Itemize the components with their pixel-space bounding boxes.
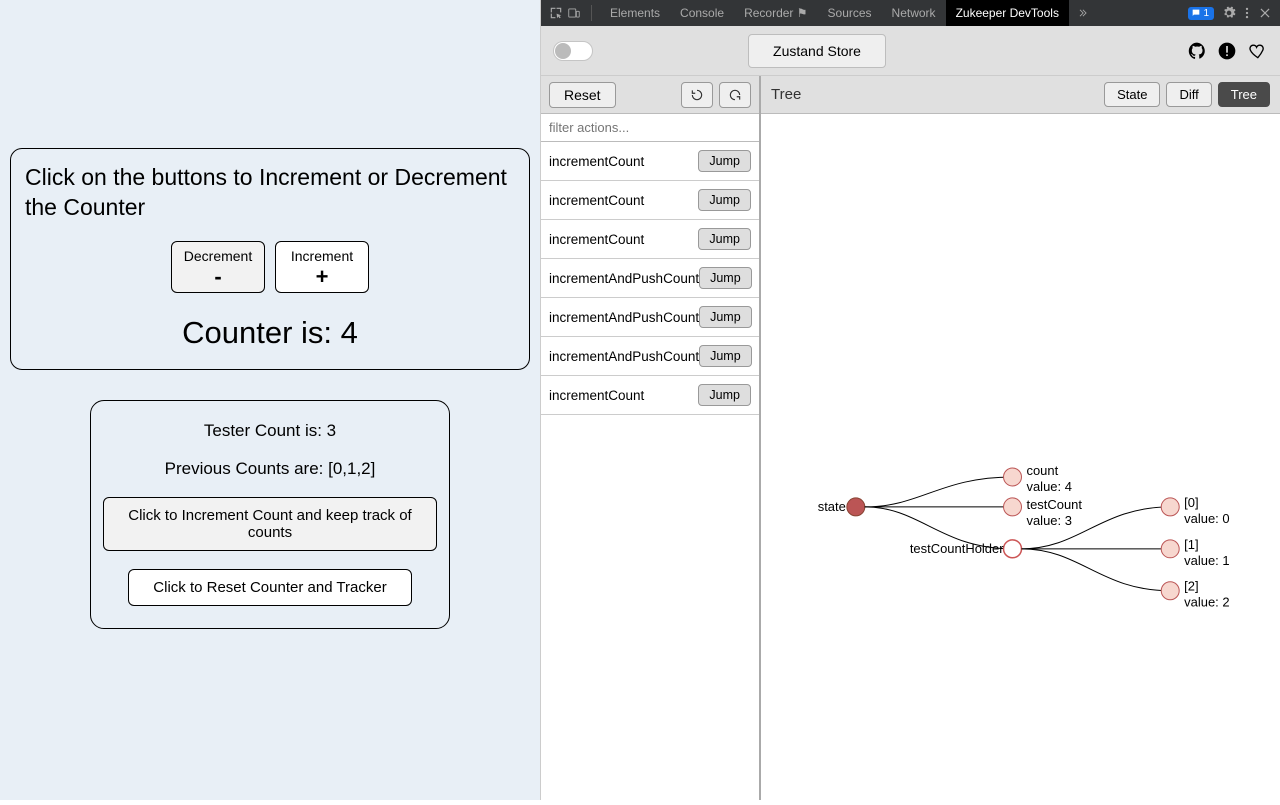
action-name: incrementAndPushCount: [549, 271, 699, 286]
step-back-button[interactable]: [681, 82, 713, 108]
alert-icon[interactable]: [1216, 40, 1238, 62]
svg-text:value: 0: value: 0: [1184, 511, 1229, 526]
decrement-label: Decrement: [184, 248, 252, 264]
devtools-tab[interactable]: Sources: [818, 0, 882, 26]
app-pane: Click on the buttons to Increment or Dec…: [0, 0, 540, 800]
devtools-tab[interactable]: Console: [670, 0, 734, 26]
jump-button[interactable]: Jump: [698, 189, 751, 211]
device-icon[interactable]: [565, 4, 583, 22]
devtools-tab[interactable]: Network: [882, 0, 946, 26]
svg-text:count: count: [1026, 463, 1058, 478]
filter-actions-input[interactable]: [541, 114, 759, 142]
action-row[interactable]: incrementCount Jump: [541, 181, 759, 220]
devtools-pane: ElementsConsoleRecorder ⚑SourcesNetworkZ…: [540, 0, 1280, 800]
more-tabs-icon[interactable]: [1073, 4, 1091, 22]
svg-text:testCountHolder: testCountHolder: [910, 541, 1004, 556]
svg-text:state: state: [818, 499, 846, 514]
jump-button[interactable]: Jump: [699, 267, 752, 289]
action-row[interactable]: incrementCount Jump: [541, 142, 759, 181]
previous-counts-text: Previous Counts are: [0,1,2]: [165, 459, 376, 479]
counter-instruction: Click on the buttons to Increment or Dec…: [25, 163, 515, 223]
svg-text:testCount: testCount: [1026, 497, 1082, 512]
settings-icon[interactable]: [1220, 4, 1238, 22]
tester-card: Tester Count is: 3 Previous Counts are: …: [90, 400, 450, 629]
action-name: incrementAndPushCount: [549, 310, 699, 325]
increment-button[interactable]: Increment +: [275, 241, 369, 293]
svg-text:[0]: [0]: [1184, 495, 1198, 510]
actions-control-bar: Reset: [541, 76, 759, 114]
close-icon[interactable]: [1256, 4, 1274, 22]
counter-button-row: Decrement - Increment +: [25, 241, 515, 293]
devtools-tab-bar: ElementsConsoleRecorder ⚑SourcesNetworkZ…: [541, 0, 1280, 26]
svg-text:[2]: [2]: [1184, 579, 1198, 594]
jump-button[interactable]: Jump: [698, 150, 751, 172]
action-row[interactable]: incrementAndPushCountJump: [541, 259, 759, 298]
svg-text:value: 1: value: 1: [1184, 553, 1229, 568]
devtools-body: Reset incrementCount Jump incrementCount Ju…: [541, 76, 1280, 800]
svg-text:value: 2: value: 2: [1184, 595, 1229, 610]
store-selector-button[interactable]: Zustand Store: [748, 34, 886, 68]
github-icon[interactable]: [1186, 40, 1208, 62]
counter-card: Click on the buttons to Increment or Dec…: [10, 148, 530, 370]
tree-title: Tree: [771, 86, 801, 103]
action-name: incrementAndPushCount: [549, 349, 699, 364]
increment-label: Increment: [291, 248, 353, 264]
view-button-diff[interactable]: Diff: [1166, 82, 1211, 107]
action-row[interactable]: incrementAndPushCountJump: [541, 298, 759, 337]
tree-header: Tree StateDiff Tree: [761, 76, 1280, 114]
action-name: incrementCount: [549, 232, 644, 247]
tree-canvas[interactable]: state count value: 4 testCount value: 3: [761, 114, 1280, 800]
actions-reset-button[interactable]: Reset: [549, 82, 616, 108]
action-row[interactable]: incrementAndPushCountJump: [541, 337, 759, 376]
devtools-tab[interactable]: Recorder ⚑: [734, 0, 817, 26]
view-button-state[interactable]: State: [1104, 82, 1160, 107]
action-row[interactable]: incrementCount Jump: [541, 220, 759, 259]
inspect-icon[interactable]: [547, 4, 565, 22]
svg-text:value: 3: value: 3: [1026, 513, 1071, 528]
view-button-tree[interactable]: Tree: [1218, 82, 1270, 107]
kebab-menu-icon[interactable]: [1238, 4, 1256, 22]
tree-panel: Tree StateDiff Tree state count value: 4: [761, 76, 1280, 800]
action-name: incrementCount: [549, 193, 644, 208]
heart-icon[interactable]: [1246, 40, 1268, 62]
zukeeper-toolbar: Zustand Store: [541, 26, 1280, 76]
devtools-tab[interactable]: Zukeeper DevTools: [946, 0, 1069, 26]
tester-count-text: Tester Count is: 3: [204, 421, 336, 441]
jump-button[interactable]: Jump: [698, 384, 751, 406]
svg-text:value: 4: value: 4: [1026, 479, 1071, 494]
minus-icon: -: [214, 266, 221, 288]
issues-badge[interactable]: 1: [1188, 7, 1214, 20]
plus-icon: +: [316, 266, 329, 288]
action-name: incrementCount: [549, 388, 644, 403]
record-toggle[interactable]: [553, 41, 593, 61]
decrement-button[interactable]: Decrement -: [171, 241, 265, 293]
devtools-tab[interactable]: Elements: [600, 0, 670, 26]
action-name: incrementCount: [549, 154, 644, 169]
action-row[interactable]: incrementCount Jump: [541, 376, 759, 415]
jump-button[interactable]: Jump: [699, 306, 752, 328]
reset-counter-button[interactable]: Click to Reset Counter and Tracker: [128, 569, 411, 606]
increment-and-track-button[interactable]: Click to Increment Count and keep track …: [103, 497, 437, 551]
svg-text:[1]: [1]: [1184, 537, 1198, 552]
jump-button[interactable]: Jump: [698, 228, 751, 250]
step-forward-button[interactable]: [719, 82, 751, 108]
counter-value: Counter is: 4: [25, 315, 515, 351]
jump-button[interactable]: Jump: [699, 345, 752, 367]
actions-panel: Reset incrementCount Jump incrementCount Ju…: [541, 76, 761, 800]
